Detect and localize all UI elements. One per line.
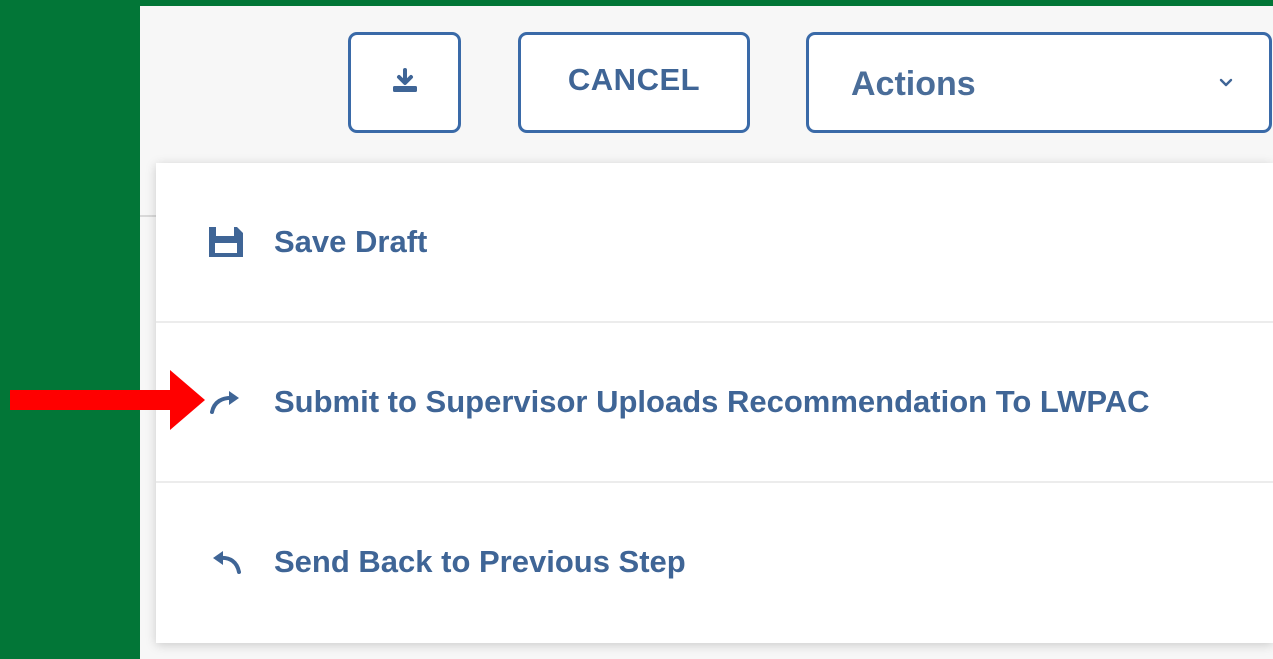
redo-arrow-icon <box>204 380 248 424</box>
menu-item-label: Submit to Supervisor Uploads Recommendat… <box>274 384 1150 419</box>
download-button[interactable] <box>348 32 461 133</box>
actions-menu: Save Draft Submit to Supervisor Uploads … <box>156 163 1273 643</box>
menu-item-submit-to-supervisor[interactable]: Submit to Supervisor Uploads Recommendat… <box>156 323 1273 481</box>
red-arrow-icon <box>10 368 205 432</box>
menu-item-label: Save Draft <box>274 224 428 259</box>
actions-dropdown[interactable]: Actions <box>806 32 1272 133</box>
menu-item-save-draft[interactable]: Save Draft <box>156 163 1273 321</box>
undo-arrow-icon <box>204 540 248 584</box>
floppy-disk-icon <box>204 220 248 264</box>
actions-dropdown-label: Actions <box>851 65 976 103</box>
chevron-down-icon <box>1215 72 1237 94</box>
menu-item-label: Send Back to Previous Step <box>274 544 686 579</box>
download-icon <box>390 68 420 97</box>
cancel-button[interactable]: CANCEL <box>518 32 750 133</box>
cancel-button-label: CANCEL <box>567 62 701 97</box>
menu-item-send-back[interactable]: Send Back to Previous Step <box>156 483 1273 641</box>
